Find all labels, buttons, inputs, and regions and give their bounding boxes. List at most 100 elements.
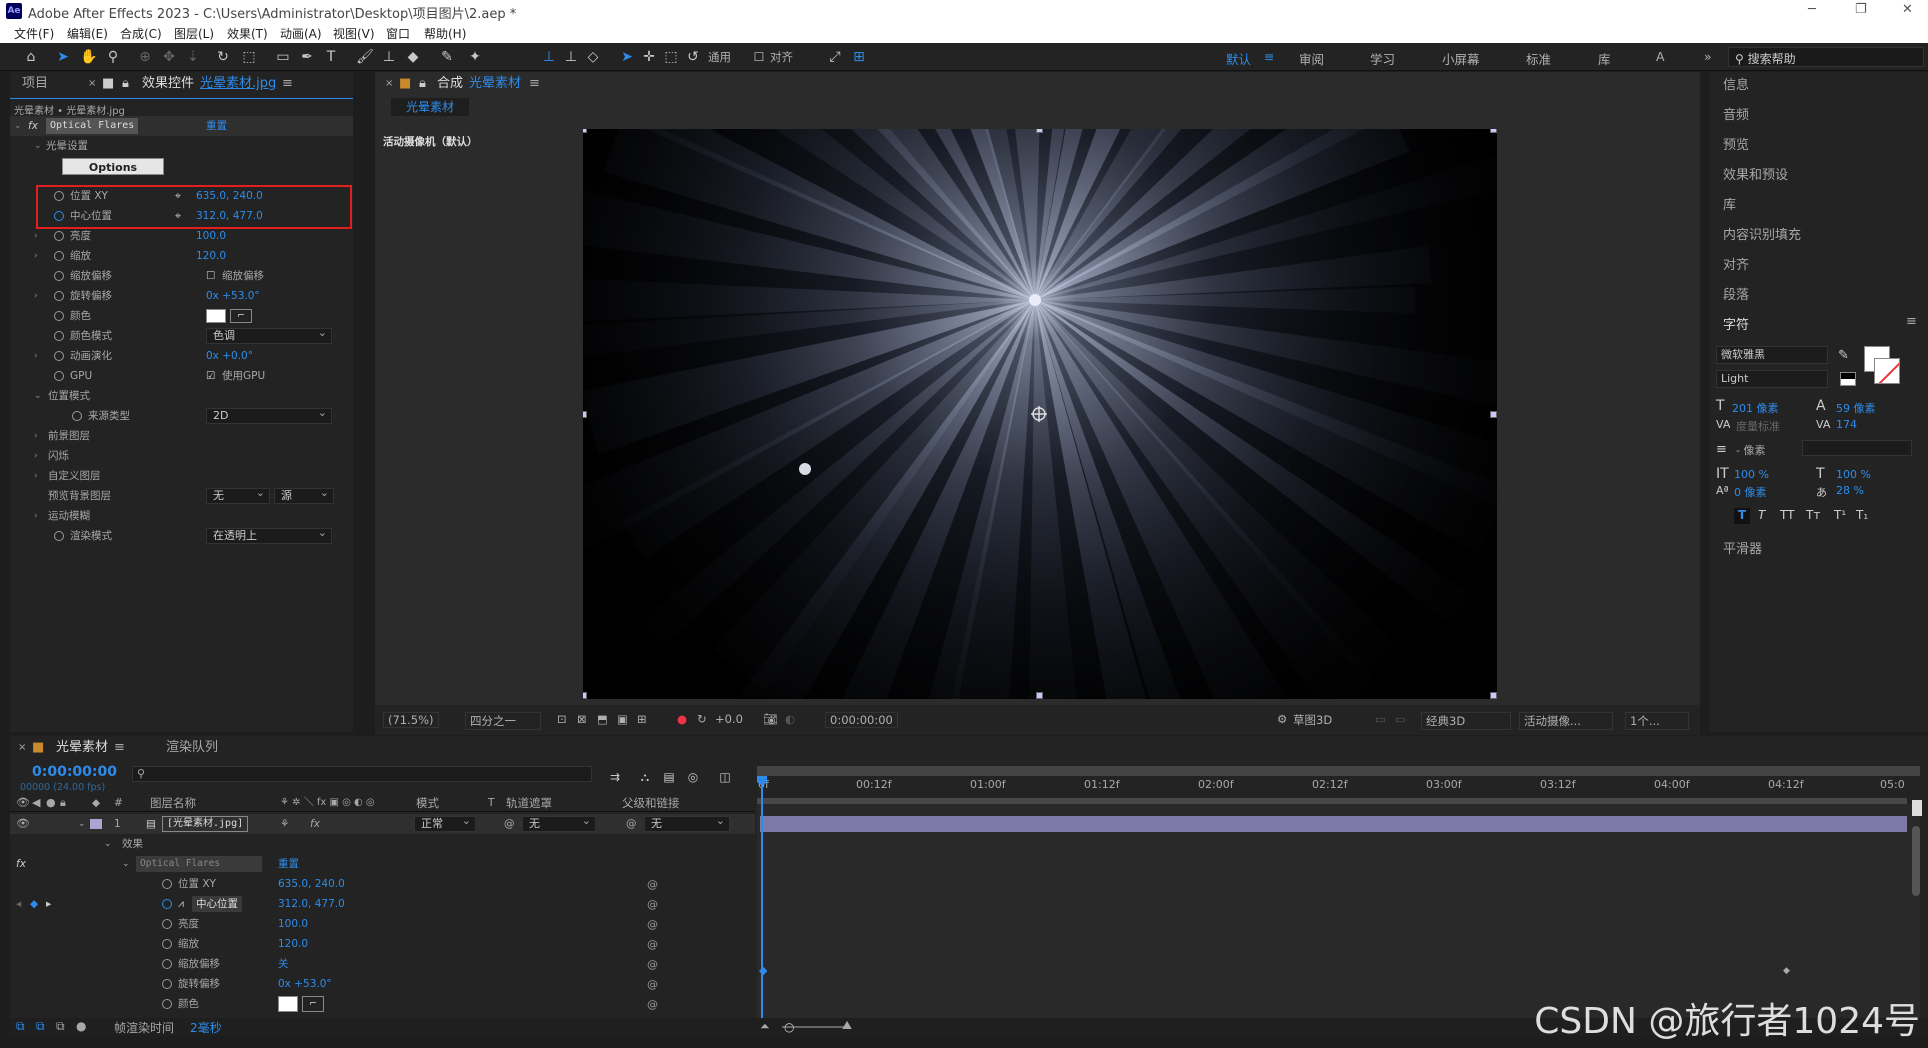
stroke-width-value[interactable]: - 像素	[1736, 442, 1765, 458]
expand-icon[interactable]: ›	[34, 426, 38, 446]
renderer-dropdown[interactable]: 经典3D	[1421, 712, 1511, 730]
show-snapshot-icon[interactable]: ◐	[785, 712, 795, 726]
font-family-dropdown[interactable]: 微软雅黑	[1716, 346, 1828, 364]
workspace-review[interactable]: 审阅	[1299, 49, 1324, 68]
prop-value[interactable]: 0x +0.0°	[206, 346, 253, 366]
type-tool-icon[interactable]: T	[322, 48, 340, 66]
snapping-checkbox[interactable]: ☐	[750, 48, 768, 66]
label-column-icon[interactable]: ◆	[92, 794, 100, 812]
rectangle-tool-icon[interactable]: ▭	[274, 48, 292, 66]
stopwatch-icon[interactable]	[54, 311, 64, 321]
lock-icon[interactable]: 🔒︎	[419, 72, 426, 96]
eyedropper-icon[interactable]: ⌐	[302, 996, 324, 1012]
expression-pickwhip-icon[interactable]: @	[647, 978, 658, 991]
frame-blending-icon[interactable]: ◎	[684, 768, 702, 786]
horizontal-scale-value[interactable]: 100 %	[1836, 468, 1871, 481]
keyframe-marker-icon[interactable]: ◆	[1783, 966, 1790, 976]
exposure-value[interactable]: +0.0	[715, 712, 743, 726]
faux-bold-button[interactable]: T	[1734, 508, 1750, 524]
expand-icon[interactable]: ⌄	[104, 834, 112, 854]
blend-mode-dropdown[interactable]: 正常	[414, 814, 476, 832]
stopwatch-icon[interactable]	[162, 999, 172, 1009]
menu-window[interactable]: 窗口	[386, 25, 410, 42]
expand-icon[interactable]: ›	[34, 346, 38, 366]
tsume-value[interactable]: 28 %	[1836, 484, 1864, 497]
superscript-button[interactable]: T¹	[1834, 508, 1846, 522]
all-caps-button[interactable]: TT	[1780, 508, 1794, 522]
eyedropper-icon[interactable]: ⌐	[230, 309, 252, 323]
tl-prop-row-rotation-offset[interactable]: 旋转偏移 0x +53.0°	[10, 974, 755, 994]
zoom-dropdown[interactable]: (71.5%)	[383, 712, 439, 728]
small-caps-button[interactable]: Tт	[1806, 508, 1820, 522]
stopwatch-icon[interactable]	[54, 531, 64, 541]
workspace-standard[interactable]: 标准	[1526, 49, 1551, 68]
parent-dropdown[interactable]: 无	[644, 814, 730, 832]
subscript-button[interactable]: T₁	[1856, 508, 1868, 522]
tl-prop-row-center-position[interactable]: ◂ ◆ ▸ ⩘ 中心位置 312.0, 477.0	[10, 894, 755, 914]
track-matte-header[interactable]: 轨道遮罩	[506, 794, 552, 812]
puppet-pin-icon[interactable]: ✦	[466, 48, 484, 66]
lock-icon[interactable]: 🔒︎	[122, 72, 129, 96]
panel-preview[interactable]: 预览	[1723, 134, 1749, 153]
comp-timecode[interactable]: 0:00:00:00	[825, 712, 898, 728]
prop-value[interactable]: 关	[278, 954, 289, 974]
character-menu-icon[interactable]: ≡	[1906, 314, 1917, 329]
preview-bg-source-dropdown[interactable]: 源	[274, 486, 334, 504]
layer-handle-tc[interactable]	[1036, 129, 1043, 133]
fx-switch-icon[interactable]: fx	[310, 814, 320, 834]
scale-3d-icon[interactable]: ⬚	[662, 48, 680, 66]
pen-tool-icon[interactable]: ✒	[298, 48, 316, 66]
layer-switches-icon[interactable]: ⧉	[16, 1019, 25, 1034]
mode-header[interactable]: 模式	[416, 794, 439, 812]
prop-value[interactable]: 120.0	[196, 246, 226, 266]
solo-toggle-icon[interactable]: ●	[46, 794, 56, 812]
parent-pickwhip-icon[interactable]: @	[626, 814, 637, 834]
expand-icon[interactable]: ›	[34, 226, 38, 246]
expand-icon[interactable]: ›	[34, 246, 38, 266]
track-matte-dropdown[interactable]: 无	[522, 814, 596, 832]
layer-label-color[interactable]	[90, 819, 102, 829]
layer-row-1[interactable]: 👁 ⌄ 1 ▤ [光晕素材.jpg] ⚘ fx 正常 @ 无 @ 无	[10, 814, 755, 834]
expand-icon[interactable]: ⌄	[34, 386, 42, 406]
effects-group-row[interactable]: ⌄ 效果	[10, 834, 755, 854]
tl-prop-row-scale-offset[interactable]: 缩放偏移 关	[10, 954, 755, 974]
restore-icon[interactable]: ❐	[1855, 2, 1867, 17]
prop-value[interactable]: 312.0, 477.0	[278, 894, 345, 914]
graph-icon[interactable]: ⩘	[178, 894, 184, 914]
layer-search-input[interactable]: ⚲	[132, 766, 592, 782]
tl-prop-row-scale[interactable]: 缩放 120.0	[10, 934, 755, 954]
expand-icon[interactable]: ⌄	[122, 854, 130, 874]
ground-plane-icon[interactable]: ▭	[1395, 712, 1406, 726]
menu-edit[interactable]: 编辑(E)	[67, 25, 108, 42]
prev-keyframe-icon[interactable]: ◂	[16, 894, 21, 914]
snap-grid-icon[interactable]: ⊞	[850, 48, 868, 66]
anchor-tool-icon[interactable]: ⬚	[240, 48, 258, 66]
panel-audio[interactable]: 音频	[1723, 104, 1749, 123]
stopwatch-icon[interactable]	[162, 979, 172, 989]
panel-effects-presets[interactable]: 效果和预设	[1723, 164, 1788, 183]
minimize-icon[interactable]: ─	[1808, 2, 1816, 17]
faux-italic-button[interactable]: T	[1758, 508, 1765, 522]
close-tab-icon[interactable]: ×	[385, 72, 393, 96]
help-search-input[interactable]: ⚲ 搜索帮助	[1728, 47, 1924, 67]
snap-edge-icon[interactable]: ⤢	[826, 48, 844, 66]
stroke-style-dropdown[interactable]	[1802, 440, 1912, 456]
workspace-default[interactable]: 默认	[1226, 49, 1251, 68]
layer-handle-mr[interactable]	[1490, 411, 1497, 418]
timeline-track-area[interactable]: ◆ ◆	[757, 804, 1920, 1018]
render-mode-dropdown[interactable]: 在透明上	[206, 526, 332, 544]
panel-character[interactable]: 字符	[1723, 314, 1749, 333]
transfer-controls-icon[interactable]: ⧉	[36, 1019, 45, 1034]
expression-pickwhip-icon[interactable]: @	[647, 998, 658, 1011]
draft-3d-label[interactable]: 草图3D	[1293, 712, 1332, 728]
color-channel-icon[interactable]: ●	[677, 712, 687, 726]
mask-toggle-icon[interactable]: ⬒	[597, 712, 608, 726]
parent-header[interactable]: 父级和链接	[622, 794, 680, 812]
region-icon[interactable]: ⊡	[557, 712, 567, 726]
panel-libraries[interactable]: 库	[1723, 194, 1736, 213]
prop-value[interactable]: 0x +53.0°	[206, 286, 260, 306]
stopwatch-icon[interactable]	[54, 251, 64, 261]
menu-view[interactable]: 视图(V)	[333, 25, 375, 42]
roto-brush-icon[interactable]: ✎	[438, 48, 456, 66]
gpu-checkbox-checked[interactable]: ☑	[206, 366, 215, 386]
